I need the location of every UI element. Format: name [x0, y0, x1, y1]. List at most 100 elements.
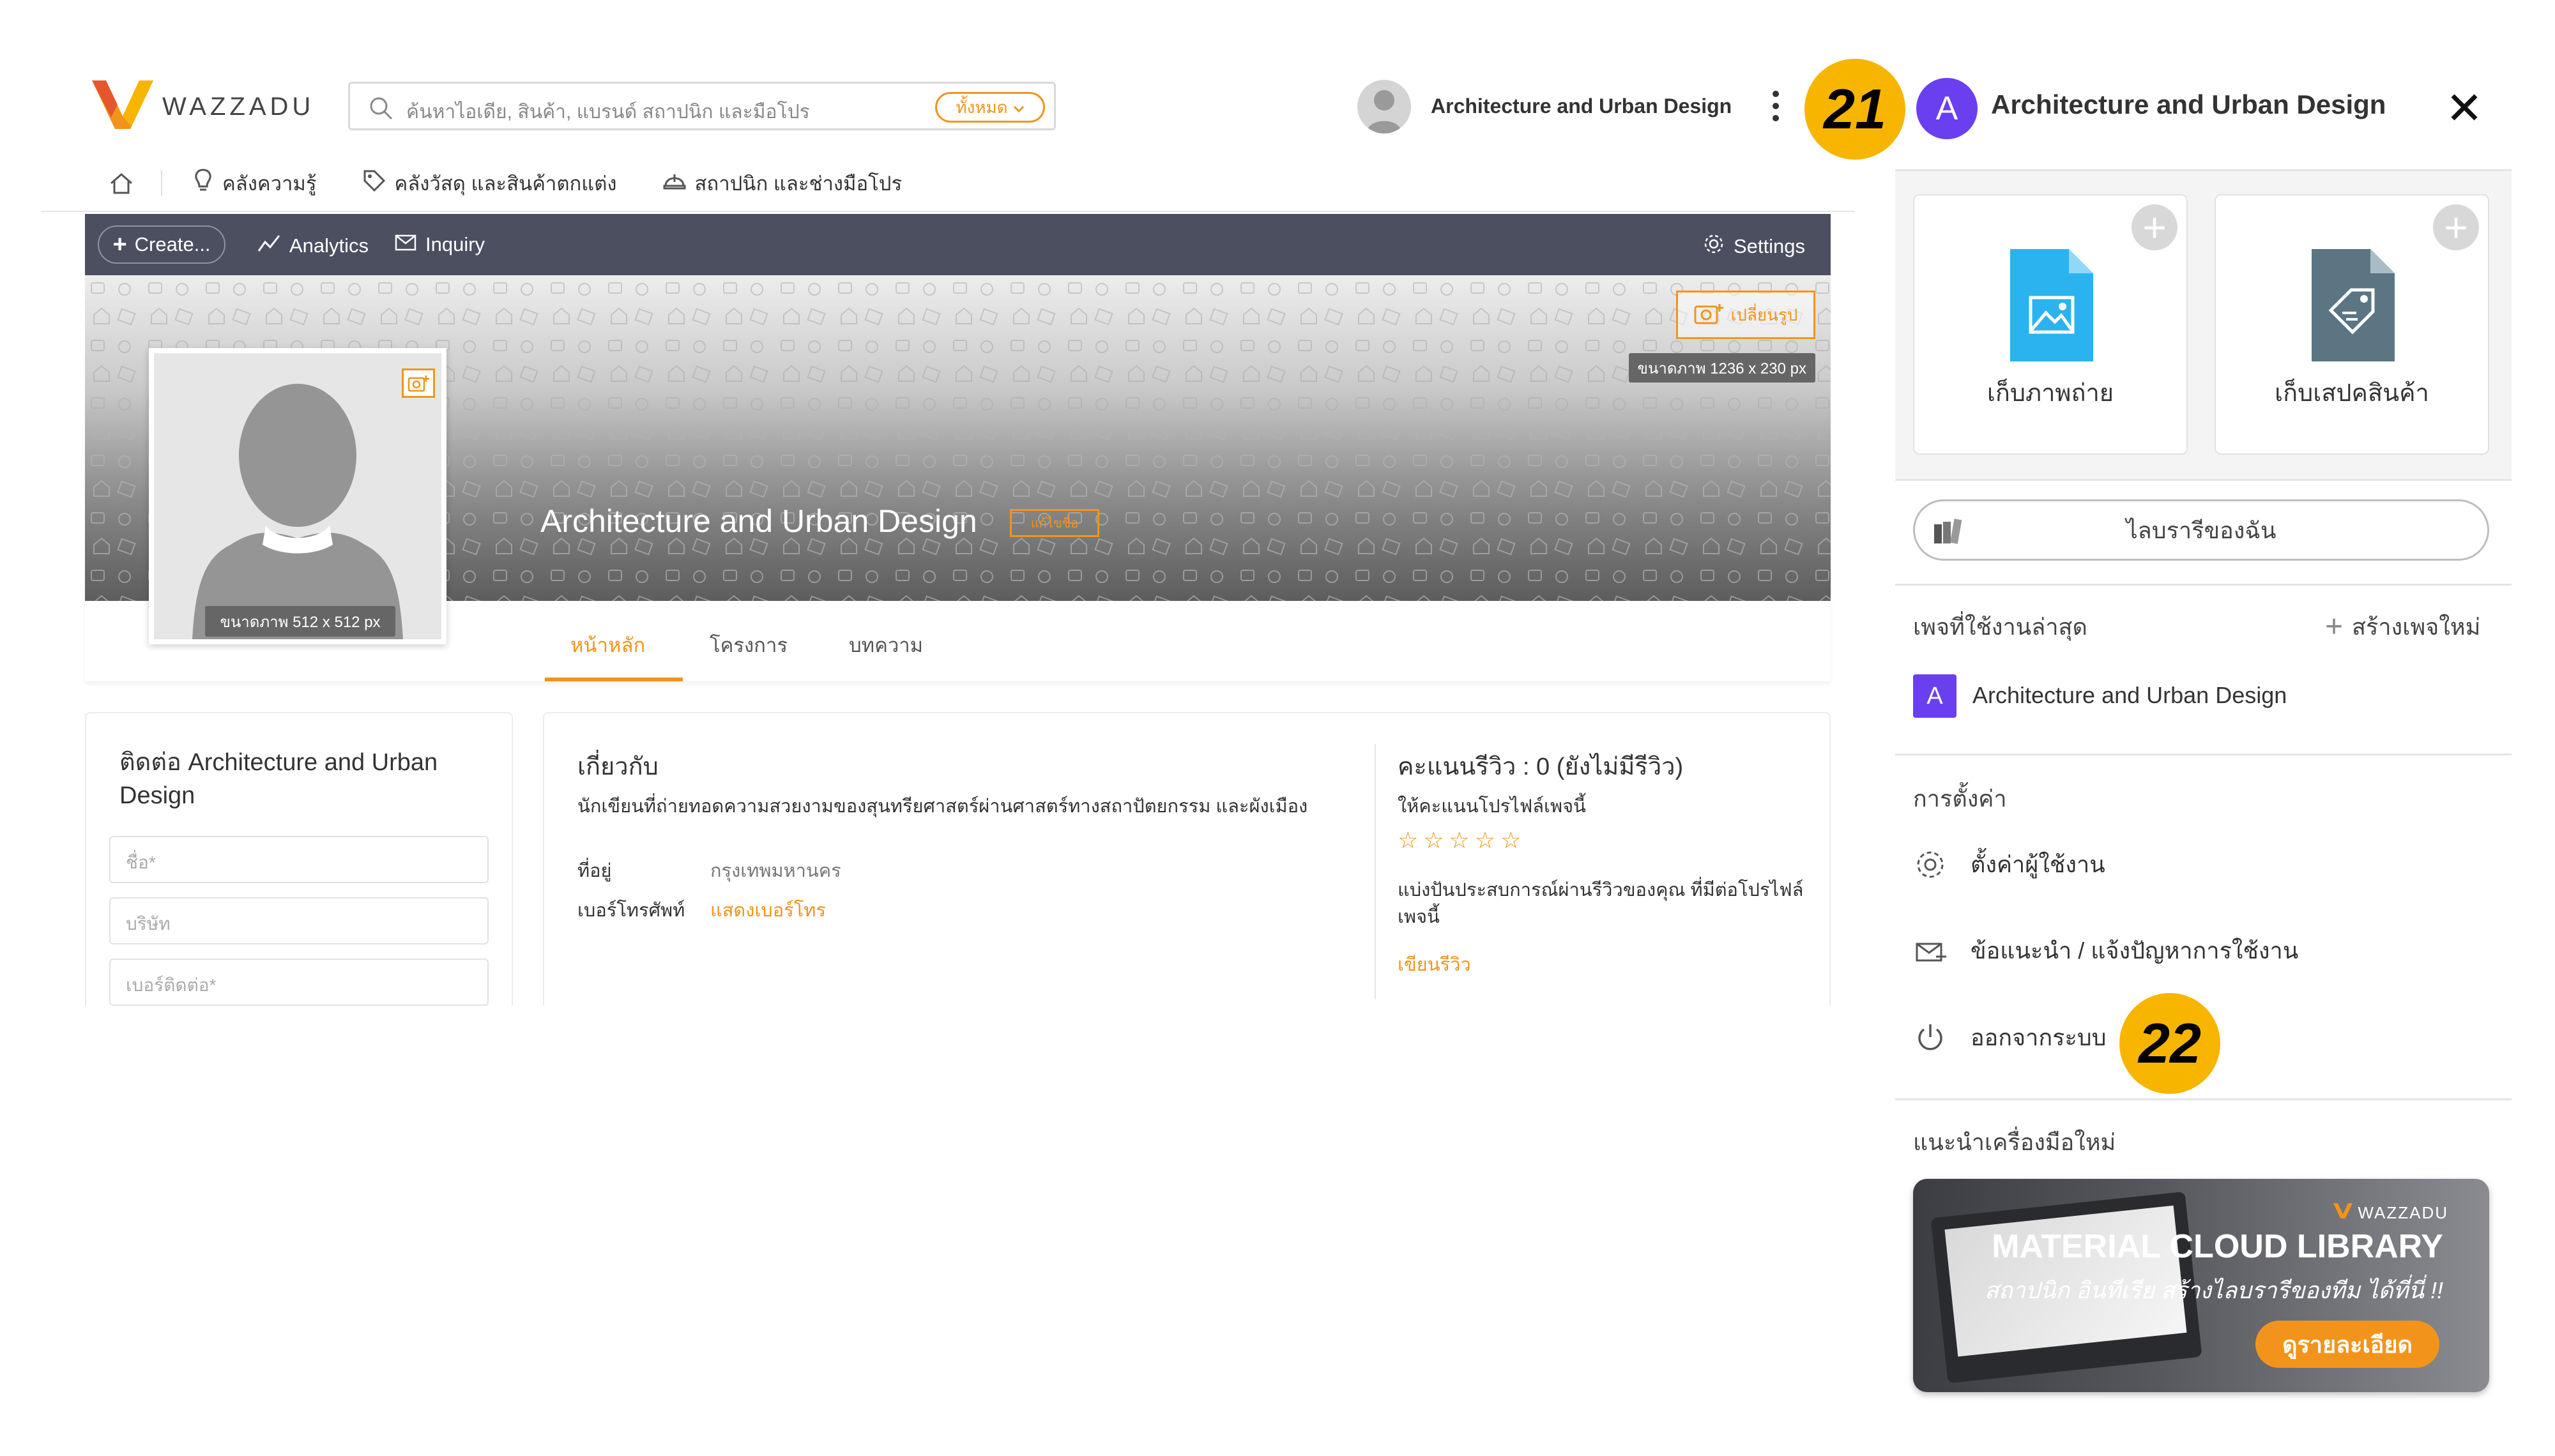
create-page-button[interactable]: + สร้างเพจใหม่: [2325, 609, 2480, 645]
settings-heading: การตั้งค่า: [1913, 785, 2007, 812]
nav-knowledge[interactable]: คลังความรู้: [193, 167, 317, 199]
inquiry-label: Inquiry: [425, 233, 485, 255]
plus-icon: +: [2132, 204, 2177, 250]
tab-projects[interactable]: โครงการ: [710, 629, 788, 661]
plus-icon: +: [2433, 204, 2479, 250]
analytics-icon: [257, 233, 280, 259]
gear-icon: [1703, 233, 1725, 260]
page-toolbar: + Create... Analytics Inquiry Settings: [85, 214, 1831, 275]
user-settings-label: ตั้งค่าผู้ใช้งาน: [1971, 851, 2105, 877]
search-icon: [368, 95, 393, 121]
home-icon[interactable]: [109, 171, 134, 196]
menu-logout[interactable]: ออกจากระบบ: [1913, 1019, 2107, 1056]
name-field[interactable]: ชื่อ*: [109, 836, 489, 883]
create-page-label: สร้างเพจใหม่: [2352, 614, 2481, 640]
material-cloud-banner[interactable]: WAZZADU MATERIAL CLOUD LIBRARY สถาปนิก อ…: [1913, 1179, 2489, 1392]
review-share-text: แบ่งปันประสบการณ์ผ่านรีวิวของคุณ ที่มีต่…: [1398, 880, 1804, 928]
about-description: นักเขียนที่ถ่ายทอดความสวยงามของสุนทรียศา…: [577, 796, 1308, 817]
panel-avatar: A: [1916, 78, 1978, 139]
user-avatar[interactable]: [1357, 80, 1411, 133]
profile-picture[interactable]: ขนาดภาพ 512 x 512 px: [154, 353, 441, 639]
avatar-placeholder-icon: [192, 384, 403, 639]
recent-pages-heading: เพจที่ใช้งานล่าสุด: [1913, 614, 2087, 640]
more-menu-icon[interactable]: [1769, 91, 1782, 129]
banner-subtitle: สถาปนิก อินทีเรีย สร้างไลบรารีของทีม ได้…: [1984, 1277, 2443, 1303]
camera-add-icon: [408, 375, 429, 392]
nav-architects-label: สถาปนิก และช่างมือโปร: [694, 172, 903, 195]
lightbulb-icon: [193, 168, 213, 199]
wazzadu-logo[interactable]: [92, 80, 153, 129]
phone-field[interactable]: เบอร์ติดต่อ*: [109, 959, 489, 1006]
image-file-icon: [2010, 249, 2093, 365]
save-spec-card[interactable]: + เก็บเสปคสินค้า: [2215, 194, 2489, 455]
helmet-icon: [663, 169, 686, 197]
about-card: เกี่ยวกับ นักเขียนที่ถ่ายทอดความสวยงามขอ…: [543, 712, 1831, 1006]
divider: [1895, 584, 2512, 586]
callout-badge-21: 21: [1804, 59, 1905, 160]
review-title: คะแนนรีวิว : 0 (ยังไม่มีรีวิว): [1398, 754, 1684, 780]
close-icon[interactable]: [2446, 89, 2482, 125]
menu-user-settings[interactable]: ตั้งค่าผู้ใช้งาน: [1913, 846, 2105, 883]
nav-materials-label: คลังวัสดุ และสินค้าตกแต่ง: [394, 172, 617, 195]
rate-prompt: ให้คะแนนโปรไฟล์เพจนี้: [1398, 796, 1586, 817]
banner-title: MATERIAL CLOUD LIBRARY: [1992, 1228, 2443, 1265]
tag-file-icon: [2312, 249, 2395, 365]
new-tools-heading: แนะนำเครื่องมือใหม่: [1913, 1129, 2116, 1155]
save-spec-label: เก็บเสปคสินค้า: [2275, 380, 2429, 407]
divider: [1375, 744, 1376, 999]
star-rating-input[interactable]: ☆☆☆☆☆: [1398, 827, 1526, 854]
search-box[interactable]: ค้นหาไอเดีย, สินค้า, แบรนด์ สถาปนิก และม…: [348, 82, 1056, 130]
menu-feedback[interactable]: ข้อแนะนำ / แจ้งปัญหาการใช้งาน: [1913, 932, 2298, 969]
search-input[interactable]: ค้นหาไอเดีย, สินค้า, แบรนด์ สถาปนิก และม…: [406, 97, 810, 127]
panel-title: Architecture and Urban Design: [1991, 89, 2386, 119]
change-cover-button[interactable]: เปลี่ยนรูป: [1676, 291, 1815, 339]
contact-card: ติดต่อ Architecture and Urban Design ชื่…: [85, 712, 513, 1006]
analytics-button[interactable]: Analytics: [257, 233, 369, 259]
header-divider: [41, 211, 1855, 212]
divider: [161, 171, 162, 196]
page-title: Architecture and Urban Design: [540, 503, 977, 539]
save-photo-label: เก็บภาพถ่าย: [1987, 380, 2114, 407]
profile-picture-card: ขนาดภาพ 512 x 512 px: [149, 348, 446, 644]
user-name[interactable]: Architecture and Urban Design: [1431, 95, 1732, 118]
logout-label: ออกจากระบบ: [1971, 1024, 2107, 1050]
recent-page-name[interactable]: Architecture and Urban Design: [1972, 682, 2287, 709]
edit-name-badge[interactable]: แก้ไขชื่อ: [1010, 509, 1099, 537]
feedback-label: ข้อแนะนำ / แจ้งปัญหาการใช้งาน: [1971, 937, 2299, 964]
divider: [1895, 479, 2512, 481]
gear-icon: [1913, 847, 1948, 882]
show-phone-link[interactable]: แสดงเบอร์โทร: [710, 895, 826, 925]
create-button[interactable]: + Create...: [98, 225, 225, 264]
write-review-link[interactable]: เขียนรีวิว: [1398, 950, 1471, 979]
change-cover-label: เปลี่ยนรูป: [1730, 305, 1798, 324]
active-tab-indicator: [545, 678, 683, 681]
search-scope-label: ทั้งหมด: [956, 97, 1008, 117]
my-library-button[interactable]: ไลบรารีของฉัน: [1913, 499, 2489, 561]
analytics-label: Analytics: [289, 234, 369, 257]
nav-materials[interactable]: คลังวัสดุ และสินค้าตกแต่ง: [363, 167, 617, 199]
nav-knowledge-label: คลังความรู้: [222, 172, 317, 195]
tab-articles[interactable]: บทความ: [849, 629, 923, 661]
plus-icon: +: [112, 231, 127, 258]
power-icon: [1913, 1020, 1948, 1055]
change-avatar-button[interactable]: [402, 368, 435, 398]
nav-architects[interactable]: สถาปนิก และช่างมือโปร: [663, 167, 903, 199]
banner-brand-label: WAZZADU: [2358, 1203, 2448, 1222]
inquiry-button[interactable]: Inquiry: [395, 233, 485, 256]
tag-icon: [363, 169, 386, 197]
settings-button[interactable]: Settings: [1703, 233, 1805, 260]
company-field[interactable]: บริษัท: [109, 897, 489, 944]
camera-add-icon: [1694, 301, 1723, 329]
mail-icon: [395, 233, 416, 256]
wazzadu-logo-icon: [2333, 1203, 2353, 1223]
tab-home[interactable]: หน้าหลัก: [570, 629, 645, 661]
create-label: Create...: [134, 233, 211, 255]
callout-badge-22: 22: [2119, 993, 2220, 1094]
send-mail-icon: [1913, 934, 1948, 968]
banner-details-button[interactable]: ดูรายละเอียด: [2255, 1321, 2439, 1368]
save-photo-card[interactable]: + เก็บภาพถ่าย: [1913, 194, 2188, 455]
recent-page-badge[interactable]: A: [1913, 674, 1956, 718]
library-icon: [1933, 518, 1962, 545]
search-scope-dropdown[interactable]: ทั้งหมด: [935, 92, 1045, 123]
plus-icon: +: [2325, 610, 2344, 644]
